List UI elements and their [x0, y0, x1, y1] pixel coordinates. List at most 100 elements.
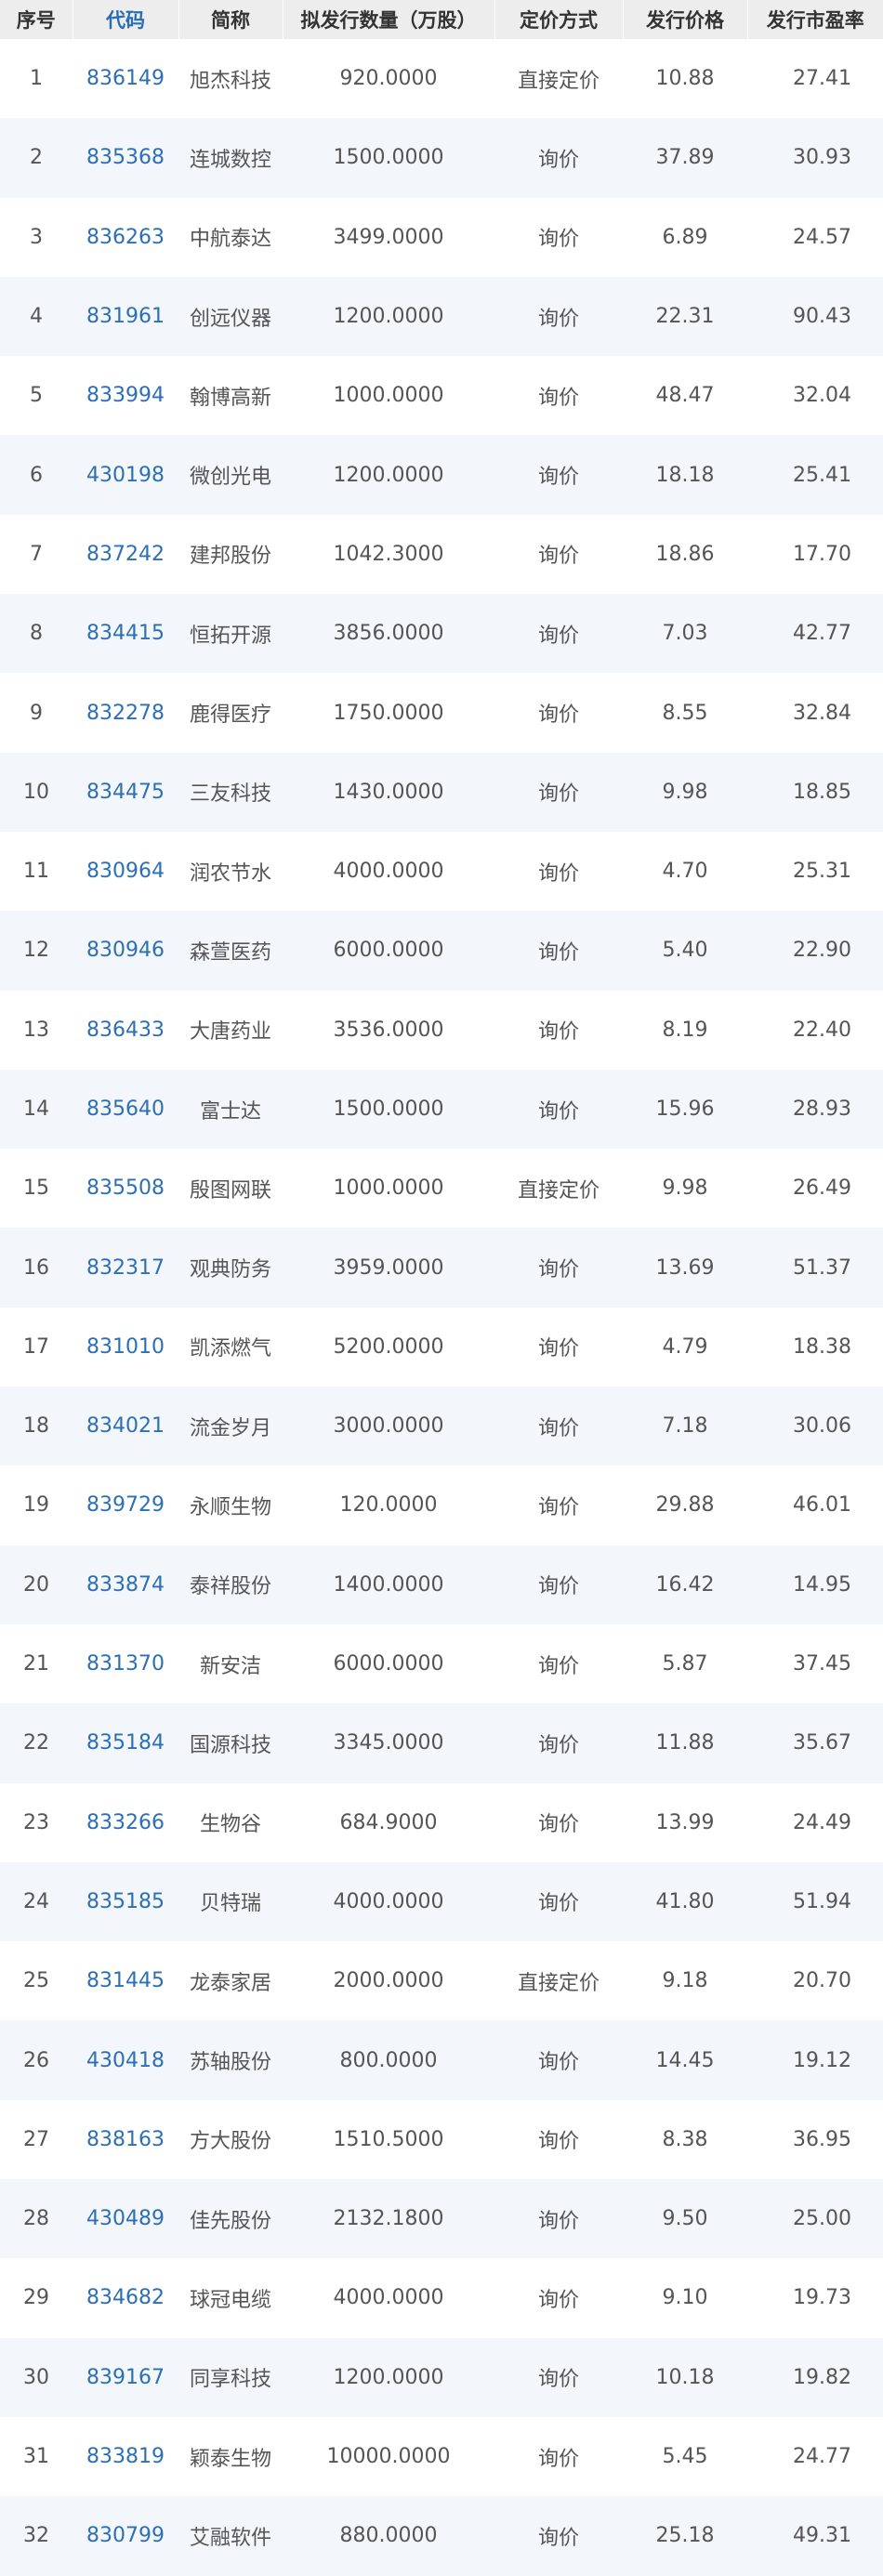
- cell-issue-pe: 32.84: [793, 701, 851, 725]
- cell-short-name: 翰博高新: [189, 386, 271, 410]
- cell-code-link[interactable]: 831370: [72, 1624, 178, 1703]
- cell-code-link[interactable]: 834475: [72, 753, 178, 832]
- cell-short-name: 凯添燃气: [189, 1337, 271, 1361]
- header-planned-quantity[interactable]: 拟发行数量（万股）: [283, 0, 495, 39]
- cell-issue-price: 37.89: [655, 146, 715, 170]
- cell-planned-quantity: 1500.0000: [333, 146, 444, 170]
- cell-code-link[interactable]: 836433: [72, 991, 178, 1070]
- cell-issue-price: 14.45: [655, 2048, 715, 2072]
- cell-code-link[interactable]: 430489: [72, 2179, 178, 2258]
- cell-seq: 6: [30, 463, 43, 487]
- cell-short-name: 贝特瑞: [199, 1892, 261, 1916]
- cell-pricing-method: 询价: [537, 1337, 579, 1361]
- cell-code-link[interactable]: 836149: [72, 39, 178, 118]
- cell-seq: 16: [23, 1255, 49, 1280]
- table-row: 32 830799 艾融软件 880.0000 询价 25.18 49.31: [0, 2496, 883, 2576]
- cell-code-link[interactable]: 833874: [72, 1545, 178, 1624]
- header-issue-price[interactable]: 发行价格: [623, 0, 748, 39]
- cell-code-link[interactable]: 833266: [72, 1783, 178, 1862]
- cell-code-link[interactable]: 834415: [72, 594, 178, 673]
- cell-issue-pe: 24.49: [793, 1810, 851, 1834]
- cell-seq: 8: [30, 622, 43, 646]
- cell-code-link[interactable]: 835368: [72, 118, 178, 197]
- cell-short-name: 泰祥股份: [189, 1575, 271, 1599]
- cell-pricing-method: 询价: [537, 1892, 579, 1916]
- cell-planned-quantity: 3959.0000: [333, 1255, 444, 1280]
- cell-seq: 13: [23, 1018, 49, 1042]
- header-pricing-method[interactable]: 定价方式: [494, 0, 624, 39]
- cell-pricing-method: 直接定价: [517, 69, 600, 93]
- cell-issue-price: 13.99: [655, 1810, 715, 1834]
- cell-code-link[interactable]: 835185: [72, 1862, 178, 1941]
- cell-planned-quantity: 1500.0000: [333, 1097, 444, 1121]
- cell-issue-pe: 28.93: [793, 1097, 851, 1121]
- cell-seq: 18: [23, 1414, 49, 1439]
- cell-code-link[interactable]: 831445: [72, 1941, 178, 2020]
- cell-short-name: 润农节水: [189, 861, 271, 886]
- cell-code-link[interactable]: 833994: [72, 356, 178, 435]
- cell-issue-price: 48.47: [655, 384, 715, 408]
- cell-issue-pe: 51.37: [793, 1255, 851, 1280]
- table-row: 5 833994 翰博高新 1000.0000 询价 48.47 32.04: [0, 356, 883, 436]
- cell-pricing-method: 询价: [537, 2209, 579, 2233]
- cell-code-link[interactable]: 831961: [72, 277, 178, 356]
- cell-issue-price: 9.50: [662, 2207, 708, 2231]
- cell-pricing-method: 直接定价: [517, 1971, 600, 1995]
- cell-pricing-method: 询价: [537, 1258, 579, 1282]
- cell-pricing-method: 询价: [537, 1813, 579, 1837]
- table-row: 17 831010 凯添燃气 5200.0000 询价 4.79 18.38: [0, 1307, 883, 1387]
- cell-planned-quantity: 4000.0000: [333, 1889, 444, 1913]
- header-code[interactable]: 代码: [72, 0, 179, 39]
- cell-short-name: 苏轴股份: [189, 2051, 271, 2075]
- cell-pricing-method: 询价: [537, 1495, 579, 1519]
- cell-code-link[interactable]: 839729: [72, 1465, 178, 1544]
- cell-code-link[interactable]: 832317: [72, 1228, 178, 1307]
- cell-short-name: 球冠电缆: [189, 2288, 271, 2312]
- cell-issue-pe: 25.31: [793, 860, 851, 884]
- cell-code-link[interactable]: 830964: [72, 832, 178, 911]
- cell-seq: 31: [23, 2445, 49, 2469]
- cell-pricing-method: 询价: [537, 1099, 579, 1124]
- cell-issue-price: 6.89: [662, 225, 708, 249]
- cell-code-link[interactable]: 835640: [72, 1070, 178, 1149]
- header-row: 序号 代码 简称 拟发行数量（万股） 定价方式 发行价格 发行市盈率: [0, 0, 883, 39]
- cell-issue-price: 10.88: [655, 67, 715, 91]
- cell-code-link[interactable]: 837242: [72, 515, 178, 594]
- cell-code-link[interactable]: 834021: [72, 1387, 178, 1465]
- cell-issue-price: 9.98: [662, 1176, 708, 1201]
- cell-issue-pe: 18.85: [793, 780, 851, 804]
- cell-code-link[interactable]: 836263: [72, 198, 178, 277]
- cell-issue-pe: 90.43: [793, 305, 851, 329]
- cell-code-link[interactable]: 839167: [72, 2338, 178, 2417]
- cell-code-link[interactable]: 835508: [72, 1149, 178, 1228]
- cell-code-link[interactable]: 833819: [72, 2417, 178, 2496]
- cell-code-link[interactable]: 838163: [72, 2100, 178, 2179]
- cell-pricing-method: 询价: [537, 1575, 579, 1599]
- cell-code-link[interactable]: 830946: [72, 911, 178, 990]
- cell-issue-price: 11.88: [655, 1731, 715, 1755]
- table-row: 23 833266 生物谷 684.9000 询价 13.99 24.49: [0, 1782, 883, 1862]
- table-row: 25 831445 龙泰家居 2000.0000 直接定价 9.18 20.70: [0, 1941, 883, 2021]
- cell-pricing-method: 询价: [537, 466, 579, 490]
- cell-code-link[interactable]: 834682: [72, 2258, 178, 2337]
- cell-planned-quantity: 800.0000: [339, 2048, 438, 2072]
- cell-pricing-method: 询价: [537, 703, 579, 728]
- cell-planned-quantity: 4000.0000: [333, 2286, 444, 2310]
- header-issue-pe[interactable]: 发行市盈率: [747, 0, 883, 39]
- cell-code-link[interactable]: 830799: [72, 2496, 178, 2575]
- cell-planned-quantity: 1042.3000: [333, 542, 444, 566]
- cell-short-name: 大唐药业: [189, 1020, 271, 1045]
- cell-seq: 7: [30, 542, 43, 566]
- cell-code-link[interactable]: 835184: [72, 1703, 178, 1782]
- cell-seq: 24: [23, 1889, 49, 1913]
- cell-issue-pe: 25.00: [793, 2207, 851, 2231]
- header-short-name[interactable]: 简称: [178, 0, 283, 39]
- cell-code-link[interactable]: 430418: [72, 2020, 178, 2099]
- cell-short-name: 鹿得医疗: [189, 703, 271, 728]
- cell-pricing-method: 询价: [537, 2288, 579, 2312]
- header-seq[interactable]: 序号: [0, 0, 73, 39]
- cell-code-link[interactable]: 832278: [72, 673, 178, 752]
- cell-code-link[interactable]: 831010: [72, 1308, 178, 1387]
- table-row: 4 831961 创远仪器 1200.0000 询价 22.31 90.43: [0, 276, 883, 357]
- cell-code-link[interactable]: 430198: [72, 435, 178, 514]
